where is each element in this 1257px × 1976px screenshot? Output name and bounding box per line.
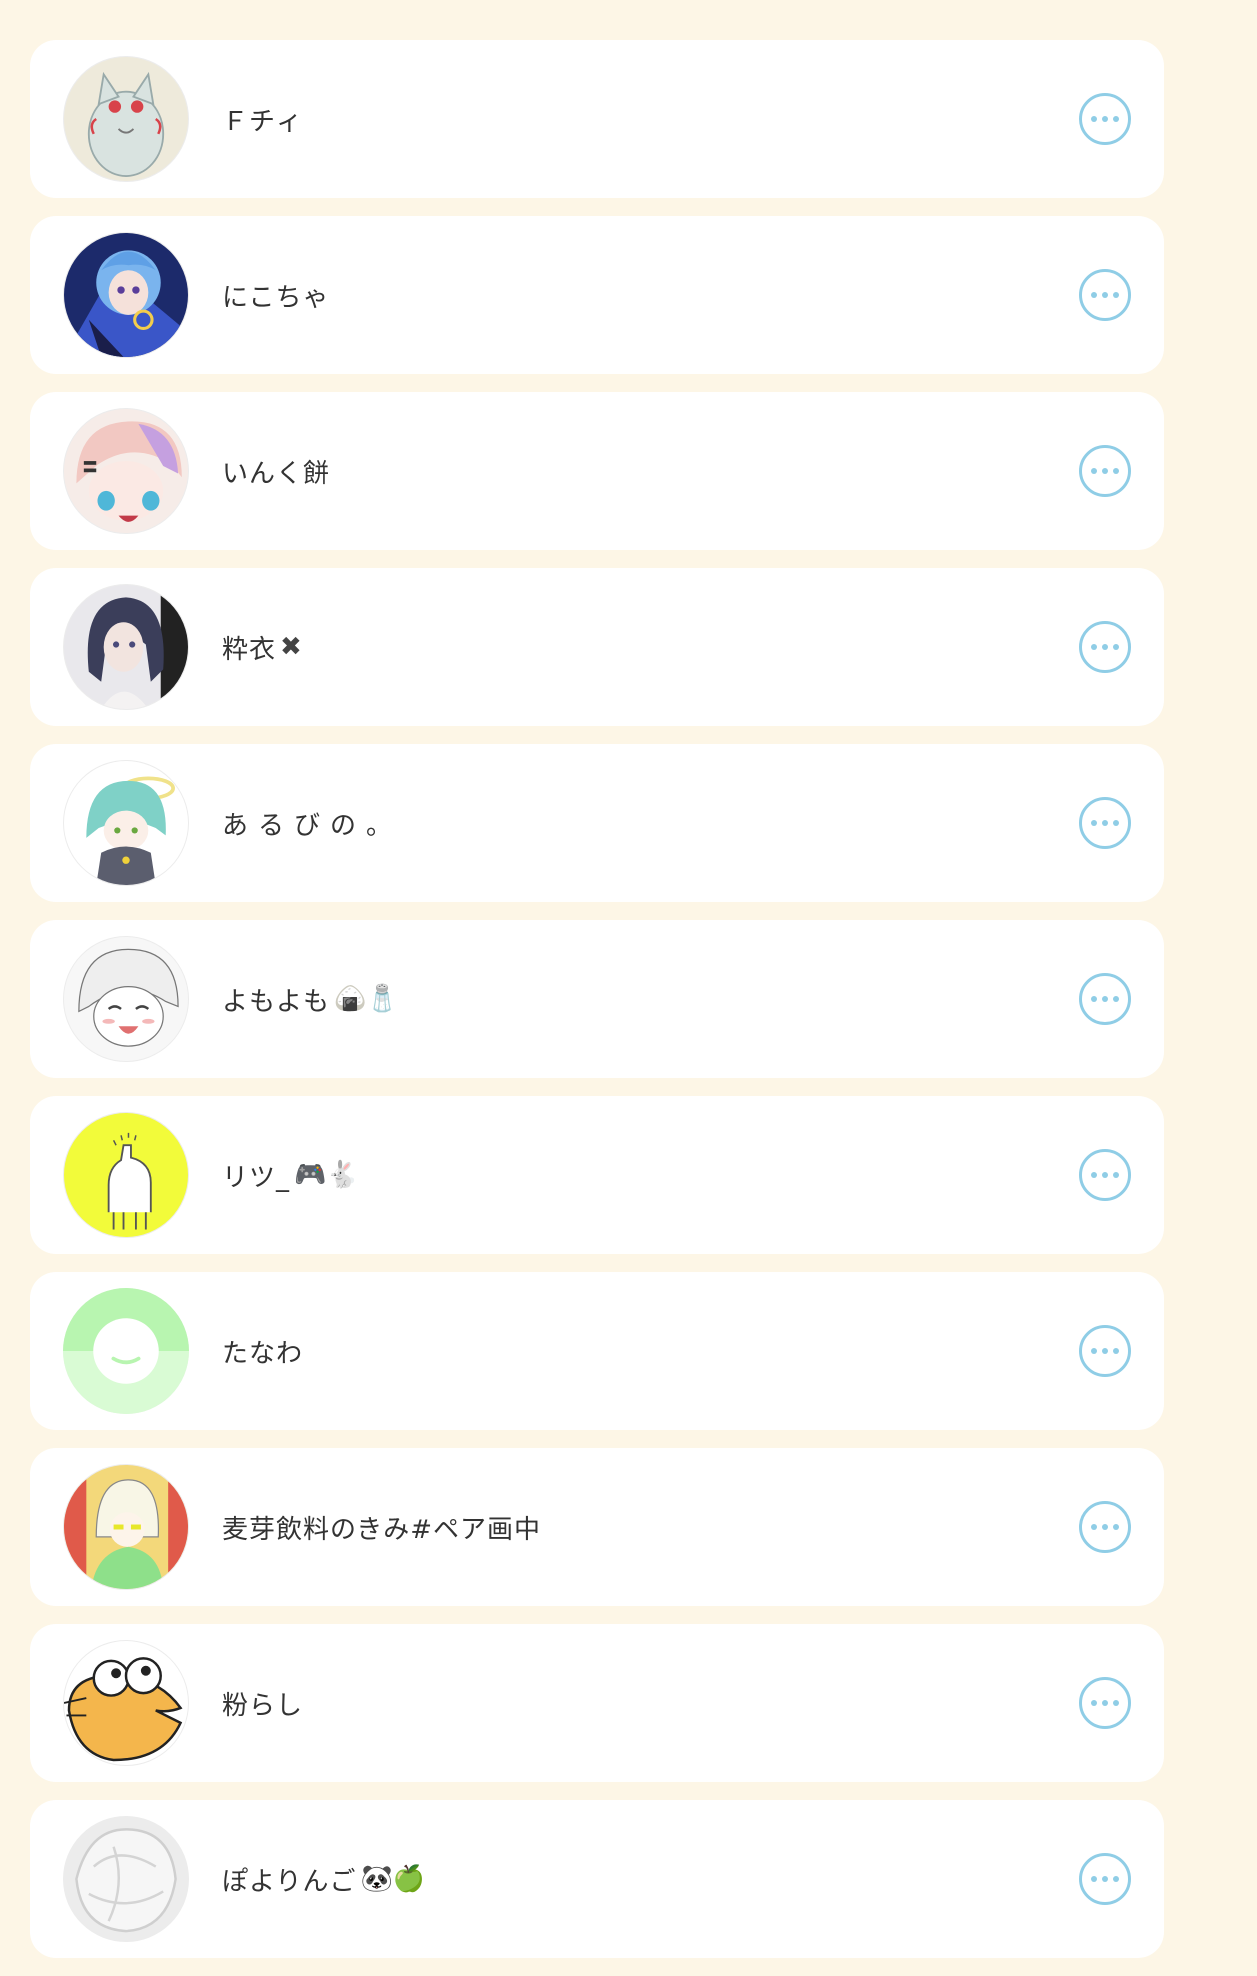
more-icon-dot <box>1091 292 1097 298</box>
more-icon-dot <box>1091 1524 1097 1530</box>
more-icon-dot <box>1113 1172 1119 1178</box>
more-icon-dot <box>1102 1348 1108 1354</box>
panda-apple-emoji-icon: 🐼🍏 <box>360 1864 426 1894</box>
friend-name: あるびの。 <box>222 810 403 841</box>
more-icon-dot <box>1091 996 1097 1002</box>
more-icon-dot <box>1113 644 1119 650</box>
more-icon-dot <box>1091 1700 1097 1706</box>
more-options-button[interactable] <box>1079 1149 1131 1201</box>
list-item[interactable]: 粋衣 ✖ <box>30 568 1164 726</box>
more-icon-dot <box>1091 644 1097 650</box>
avatar[interactable] <box>63 584 189 710</box>
gamepad-rabbit-emoji-icon: 🎮🐇 <box>294 1160 359 1190</box>
more-icon-dot <box>1102 116 1108 122</box>
more-icon-dot <box>1102 1172 1108 1178</box>
friend-name: Ｆチィ <box>222 106 304 137</box>
more-icon-dot <box>1091 820 1097 826</box>
more-options-button[interactable] <box>1079 445 1131 497</box>
friend-name: 麦芽飲料のきみ#ペア画中 <box>222 1514 542 1545</box>
more-icon-dot <box>1113 468 1119 474</box>
more-icon-dot <box>1091 468 1097 474</box>
more-icon-dot <box>1102 996 1108 1002</box>
riceball-salt-emoji-icon: 🍙🧂 <box>334 984 399 1014</box>
avatar[interactable] <box>63 1640 189 1766</box>
list-item[interactable]: あるびの。 <box>30 744 1164 902</box>
more-icon-dot <box>1102 292 1108 298</box>
more-icon-dot <box>1113 996 1119 1002</box>
list-item[interactable]: Ｆチィ <box>30 40 1164 198</box>
friend-name: 粉らし <box>222 1690 304 1721</box>
avatar[interactable] <box>63 1816 189 1942</box>
more-icon-dot <box>1113 820 1119 826</box>
more-icon-dot <box>1102 644 1108 650</box>
more-icon-dot <box>1102 1700 1108 1706</box>
friend-name: よもよも <box>222 986 331 1017</box>
more-options-button[interactable] <box>1079 1325 1131 1377</box>
friend-name: いんく餅 <box>222 458 331 489</box>
more-options-button[interactable] <box>1079 269 1131 321</box>
more-icon-dot <box>1113 292 1119 298</box>
friend-name: リツ_ <box>222 1162 291 1193</box>
avatar[interactable] <box>63 408 189 534</box>
more-icon-dot <box>1113 1876 1119 1882</box>
avatar[interactable] <box>63 760 189 886</box>
more-options-button[interactable] <box>1079 797 1131 849</box>
more-icon-dot <box>1091 1876 1097 1882</box>
avatar[interactable] <box>63 232 189 358</box>
more-options-button[interactable] <box>1079 621 1131 673</box>
more-options-button[interactable] <box>1079 93 1131 145</box>
cross-mark-icon: ✖ <box>280 632 302 662</box>
avatar[interactable] <box>63 936 189 1062</box>
more-icon-dot <box>1102 1876 1108 1882</box>
more-icon-dot <box>1102 468 1108 474</box>
list-item[interactable]: ぽよりんご 🐼🍏 <box>30 1800 1164 1958</box>
more-options-button[interactable] <box>1079 973 1131 1025</box>
more-options-button[interactable] <box>1079 1677 1131 1729</box>
more-icon-dot <box>1113 116 1119 122</box>
more-options-button[interactable] <box>1079 1853 1131 1905</box>
list-item[interactable]: いんく餅 <box>30 392 1164 550</box>
list-item[interactable]: よもよも 🍙🧂 <box>30 920 1164 1078</box>
avatar[interactable] <box>63 1112 189 1238</box>
avatar[interactable] <box>63 1288 189 1414</box>
more-icon-dot <box>1113 1348 1119 1354</box>
more-icon-dot <box>1091 1348 1097 1354</box>
list-item[interactable]: 粉らし <box>30 1624 1164 1782</box>
friend-list: Ｆチィ にこちゃ いんく餅 粋衣 ✖ あるびの。 よもよも 🍙🧂 リツ_ 🎮🐇 … <box>30 40 1164 1976</box>
avatar[interactable] <box>63 56 189 182</box>
friend-name: ぽよりんご <box>222 1866 357 1897</box>
more-icon-dot <box>1113 1700 1119 1706</box>
list-item[interactable]: にこちゃ <box>30 216 1164 374</box>
avatar[interactable] <box>63 1464 189 1590</box>
friend-name: 粋衣 <box>222 634 277 665</box>
more-icon-dot <box>1091 116 1097 122</box>
more-icon-dot <box>1091 1172 1097 1178</box>
friend-name: たなわ <box>222 1338 304 1369</box>
list-item[interactable]: たなわ <box>30 1272 1164 1430</box>
list-item[interactable]: 麦芽飲料のきみ#ペア画中 <box>30 1448 1164 1606</box>
friend-name: にこちゃ <box>222 282 330 313</box>
more-icon-dot <box>1102 1524 1108 1530</box>
more-icon-dot <box>1102 820 1108 826</box>
more-options-button[interactable] <box>1079 1501 1131 1553</box>
more-icon-dot <box>1113 1524 1119 1530</box>
list-item[interactable]: リツ_ 🎮🐇 <box>30 1096 1164 1254</box>
